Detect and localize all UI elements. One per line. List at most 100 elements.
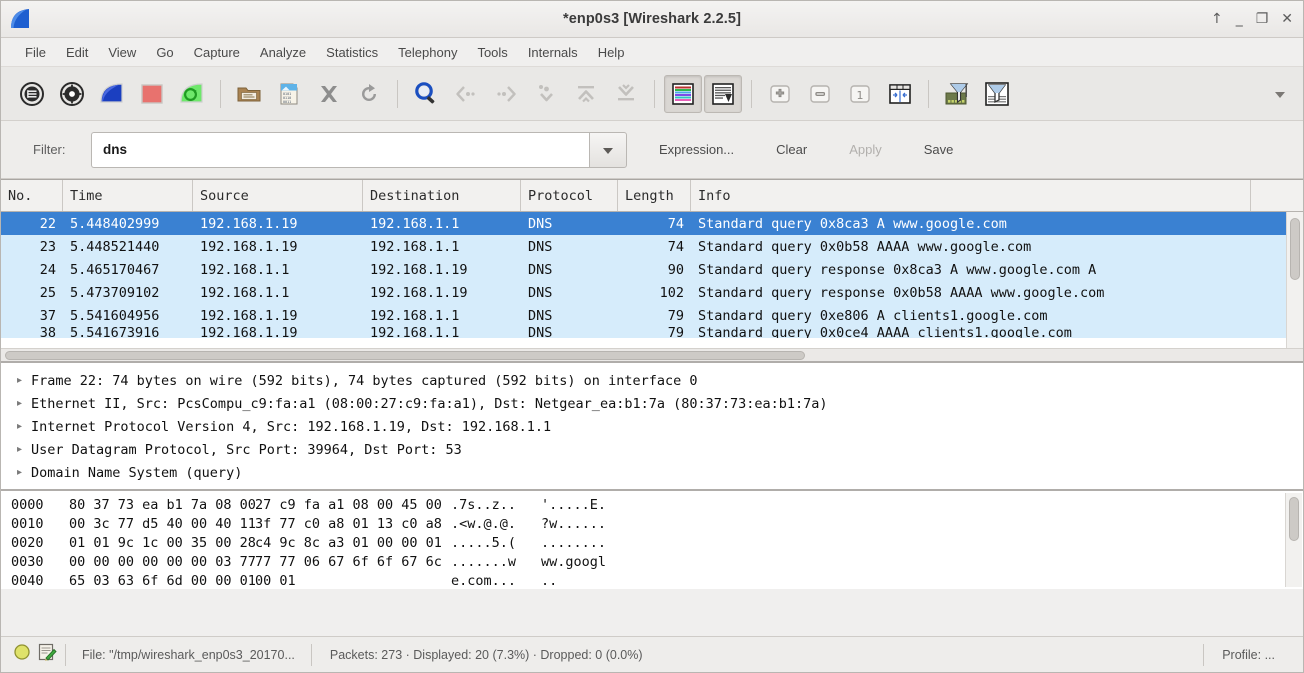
filter-apply-button[interactable]: Apply (835, 137, 896, 162)
menu-view[interactable]: View (98, 42, 146, 63)
column-header-protocol[interactable]: Protocol (521, 180, 618, 211)
cell-time: 5.448521440 (70, 238, 160, 255)
cell-no: 37 (39, 307, 56, 324)
restart-capture-icon[interactable] (173, 75, 211, 113)
resize-columns-icon[interactable] (881, 75, 919, 113)
svg-text:1: 1 (857, 89, 864, 102)
expander-triangle-right-icon[interactable]: ▸ (17, 444, 31, 455)
column-header-no[interactable]: No. (1, 180, 63, 211)
interfaces-list-icon[interactable] (13, 75, 51, 113)
menu-capture[interactable]: Capture (184, 42, 250, 63)
menu-tools[interactable]: Tools (467, 42, 517, 63)
toolbar-overflow-chevron-down-icon[interactable] (1267, 75, 1293, 113)
status-file-path[interactable]: File: "/tmp/wireshark_enp0s3_20170... (66, 648, 311, 662)
stop-capture-icon[interactable] (133, 75, 171, 113)
hex-row[interactable]: 0000 80 37 73 ea b1 7a 08 00 27 c9 fa a1… (11, 495, 1303, 514)
hex-row[interactable]: 0040 65 03 63 6f 6d 00 00 01 00 01 e.com… (11, 571, 1303, 589)
menu-file[interactable]: File (15, 42, 56, 63)
toolbar-separator (928, 79, 929, 108)
scrollbar-thumb[interactable] (1290, 218, 1300, 280)
detail-text: Domain Name System (query) (31, 464, 243, 481)
packet-list-horizontal-scrollbar[interactable] (1, 348, 1303, 361)
scrollbar-thumb[interactable] (1289, 497, 1299, 541)
go-to-first-packet-icon[interactable] (567, 75, 605, 113)
expander-triangle-right-icon[interactable]: ▸ (17, 398, 31, 409)
window-close-button[interactable]: ✕ (1281, 12, 1293, 26)
hex-ascii-left: .7s..z.. (451, 496, 517, 513)
menu-internals[interactable]: Internals (518, 42, 588, 63)
column-header-info[interactable]: Info (691, 180, 1251, 211)
expander-triangle-right-icon[interactable]: ▸ (17, 421, 31, 432)
packet-list-vertical-scrollbar[interactable] (1286, 212, 1303, 348)
table-row[interactable]: 25 5.473709102 192.168.1.1 192.168.1.19 … (1, 281, 1303, 304)
menu-statistics[interactable]: Statistics (316, 42, 388, 63)
packet-bytes-vertical-scrollbar[interactable] (1285, 493, 1302, 587)
filter-save-button[interactable]: Save (910, 137, 968, 162)
close-file-icon[interactable] (310, 75, 348, 113)
hex-row[interactable]: 0010 00 3c 77 d5 40 00 40 11 3f 77 c0 a8… (11, 514, 1303, 533)
go-back-icon[interactable] (447, 75, 485, 113)
go-to-packet-icon[interactable] (527, 75, 565, 113)
detail-row-udp[interactable]: ▸ User Datagram Protocol, Src Port: 3996… (1, 438, 1303, 461)
zoom-reset-icon[interactable]: 1 (841, 75, 879, 113)
zoom-in-icon[interactable] (761, 75, 799, 113)
detail-text: Internet Protocol Version 4, Src: 192.16… (31, 418, 552, 435)
table-row[interactable]: 38 5.541673916 192.168.1.19 192.168.1.1 … (1, 327, 1303, 338)
auto-scroll-icon[interactable] (704, 74, 742, 113)
reload-file-icon[interactable] (350, 75, 388, 113)
hex-ascii-left: e.com... (451, 572, 517, 589)
start-capture-icon[interactable] (93, 75, 131, 113)
capture-filters-icon[interactable] (938, 75, 976, 113)
display-filters-icon[interactable] (978, 75, 1016, 113)
table-row[interactable]: 22 5.448402999 192.168.1.19 192.168.1.1 … (1, 212, 1303, 235)
window-minimize-button[interactable]: _ (1236, 12, 1243, 26)
filter-clear-button[interactable]: Clear (762, 137, 821, 162)
column-header-source[interactable]: Source (193, 180, 363, 211)
toolbar-separator (220, 79, 221, 108)
capture-comment-icon[interactable] (37, 642, 57, 667)
detail-row-dns[interactable]: ▸ Domain Name System (query) (1, 461, 1303, 484)
hex-bytes-left: 80 37 73 ea b1 7a 08 00 (69, 496, 256, 513)
window-shade-button[interactable]: ↑ (1211, 12, 1223, 26)
go-to-last-packet-icon[interactable] (607, 75, 645, 113)
menu-telephony[interactable]: Telephony (388, 42, 467, 63)
hex-row[interactable]: 0020 01 01 9c 1c 00 35 00 28 c4 9c 8c a3… (11, 533, 1303, 552)
cell-length: 79 (667, 307, 684, 324)
filter-input[interactable]: dns (91, 131, 589, 168)
cell-destination: 192.168.1.19 (370, 261, 468, 278)
window-maximize-button[interactable]: ❐ (1256, 12, 1269, 26)
go-forward-icon[interactable] (487, 75, 525, 113)
table-row[interactable]: 37 5.541604956 192.168.1.19 192.168.1.1 … (1, 304, 1303, 327)
scrollbar-thumb[interactable] (5, 351, 805, 360)
status-profile[interactable]: Profile: ... (1204, 648, 1297, 662)
filter-history-chevron-down-icon[interactable] (589, 131, 627, 168)
hex-row[interactable]: 0030 00 00 00 00 00 00 03 77 77 77 06 67… (11, 552, 1303, 571)
menu-go[interactable]: Go (146, 42, 183, 63)
cell-length: 74 (667, 215, 684, 232)
column-header-destination[interactable]: Destination (363, 180, 521, 211)
expert-info-circle-icon[interactable] (13, 643, 31, 666)
cell-length: 74 (667, 238, 684, 255)
save-file-icon[interactable]: 0101 0110 0011 (270, 75, 308, 113)
colorize-packets-icon[interactable] (664, 74, 702, 113)
menu-edit[interactable]: Edit (56, 42, 98, 63)
cell-protocol: DNS (528, 215, 553, 232)
table-row[interactable]: 23 5.448521440 192.168.1.19 192.168.1.1 … (1, 235, 1303, 258)
expander-triangle-right-icon[interactable]: ▸ (17, 467, 31, 478)
detail-row-frame[interactable]: ▸ Frame 22: 74 bytes on wire (592 bits),… (1, 369, 1303, 392)
packet-list-pane: No. Time Source Destination Protocol Len… (1, 179, 1303, 361)
detail-row-ethernet[interactable]: ▸ Ethernet II, Src: PcsCompu_c9:fa:a1 (0… (1, 392, 1303, 415)
capture-options-icon[interactable] (53, 75, 91, 113)
detail-row-ipv4[interactable]: ▸ Internet Protocol Version 4, Src: 192.… (1, 415, 1303, 438)
table-row[interactable]: 24 5.465170467 192.168.1.1 192.168.1.19 … (1, 258, 1303, 281)
menu-analyze[interactable]: Analyze (250, 42, 316, 63)
menu-help[interactable]: Help (588, 42, 635, 63)
find-packet-icon[interactable] (407, 75, 445, 113)
filter-expression-button[interactable]: Expression... (645, 137, 748, 162)
zoom-out-icon[interactable] (801, 75, 839, 113)
column-header-time[interactable]: Time (63, 180, 193, 211)
open-file-icon[interactable] (230, 75, 268, 113)
expander-triangle-right-icon[interactable]: ▸ (17, 375, 31, 386)
column-header-length[interactable]: Length (618, 180, 691, 211)
cell-protocol: DNS (528, 238, 553, 255)
